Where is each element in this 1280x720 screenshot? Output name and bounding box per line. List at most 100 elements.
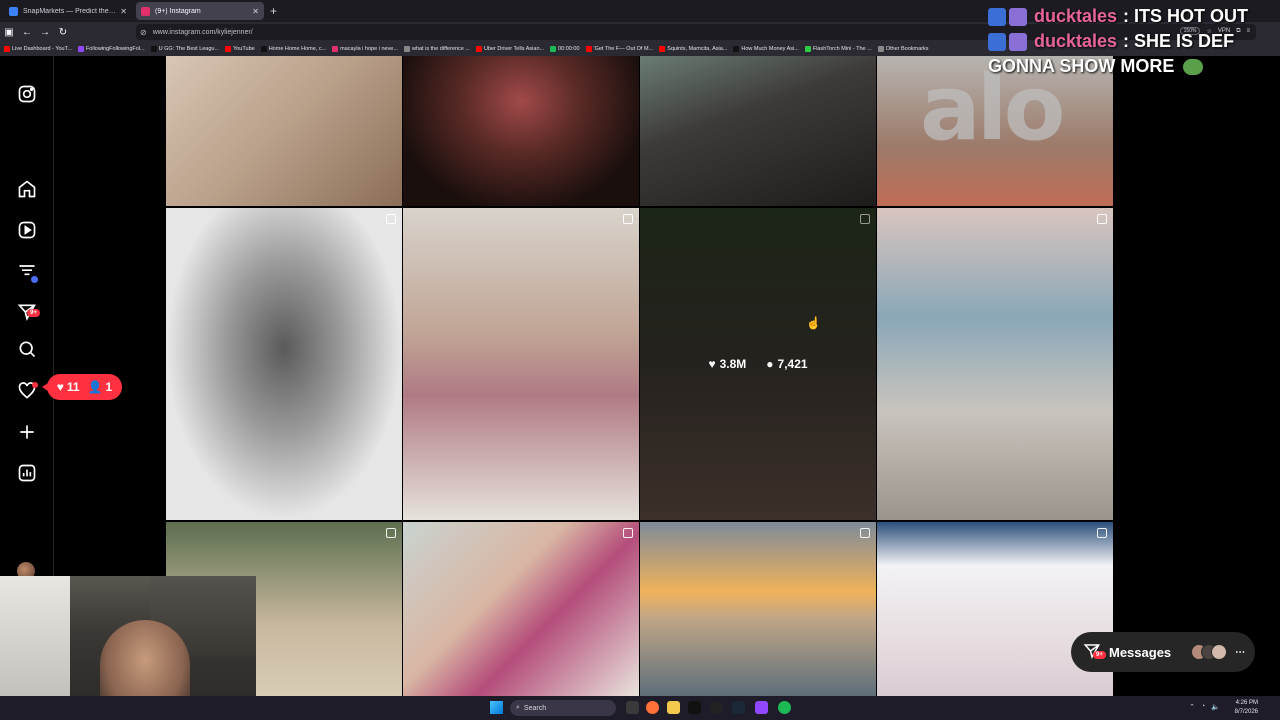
bookmark-item[interactable]: How Much Money Asi... <box>733 46 799 52</box>
windows-taskbar: ⌕ Search ⌃ ◔ 🔈 4:26 PM 8/7/2026 <box>0 696 1280 720</box>
pepe-emote-icon <box>1183 59 1204 76</box>
instagram-logo-icon[interactable] <box>15 82 39 106</box>
network-icon[interactable]: ◔ <box>1201 703 1205 711</box>
heart-icon: ♥ <box>708 357 716 371</box>
tab-instagram[interactable]: (9+) Instagram ✕ <box>136 2 264 20</box>
post-tile[interactable] <box>166 208 402 520</box>
obs-icon[interactable] <box>710 701 723 714</box>
clock-time: 4:26 PM <box>1235 700 1258 706</box>
bookmark-favicon-icon <box>77 46 84 52</box>
bookmark-item[interactable]: FlashTorch Mini - The ... <box>804 46 872 52</box>
x-app-icon[interactable] <box>688 701 701 714</box>
bookmark-label: Live Dashboard - YouT... <box>12 46 72 52</box>
bookmark-label: macayla i hope i neve... <box>340 46 398 52</box>
chat-message: ducktales : SHE IS DEF <box>988 31 1274 52</box>
spotify-icon[interactable] <box>778 701 791 714</box>
site-info-icon[interactable]: ⊘ <box>140 28 147 37</box>
bookmark-label: FlashTorch Mini - The ... <box>812 46 872 52</box>
steam-icon[interactable] <box>732 701 745 714</box>
carousel-icon <box>386 528 396 538</box>
follows-count-value: 1 <box>105 380 113 394</box>
more-icon: ⋯ <box>1235 646 1246 658</box>
comment-icon: ● <box>766 357 774 371</box>
chat-text: : ITS HOT OUT <box>1123 6 1249 26</box>
chat-text-continuation: GONNA SHOW MORE <box>988 56 1274 77</box>
post-tile[interactable] <box>877 208 1113 520</box>
post-tile[interactable] <box>877 522 1113 696</box>
bookmark-item[interactable]: 00:00:00 <box>550 46 580 52</box>
tray-overflow-icon[interactable]: ⌃ <box>1189 703 1195 711</box>
dashboard-icon[interactable] <box>15 461 39 485</box>
forward-button[interactable]: → <box>36 23 54 41</box>
new-tab-button[interactable]: + <box>270 4 277 18</box>
chat-text: : SHE IS DEF <box>1123 31 1235 51</box>
bookmark-item[interactable]: U GG: The Best Leagu... <box>150 46 220 52</box>
likes-count-value: 11 <box>66 380 80 394</box>
post-comments-value: 7,421 <box>777 357 808 371</box>
chat-username: ducktales <box>1034 31 1118 51</box>
sidebar-toggle-icon[interactable]: ▣ <box>0 23 18 41</box>
bookmark-favicon-icon <box>403 46 410 52</box>
bookmark-label: what is the difference ... <box>411 46 470 52</box>
bookmark-item[interactable]: what is the difference ... <box>403 46 470 52</box>
follows-count: 👤 1 <box>88 380 113 394</box>
close-tab-icon[interactable]: ✕ <box>252 7 259 16</box>
create-icon[interactable] <box>15 420 39 444</box>
task-view-icon[interactable] <box>626 701 639 714</box>
file-explorer-icon[interactable] <box>667 701 680 714</box>
firefox-icon[interactable] <box>646 701 659 714</box>
back-button[interactable]: ← <box>18 23 36 41</box>
bookmark-favicon-icon <box>225 46 232 52</box>
post-tile-hovered[interactable]: ♥ 3.8M ● 7,421 <box>640 208 876 520</box>
reels-icon[interactable] <box>15 218 39 242</box>
messages-badge: 9+ <box>27 309 40 317</box>
tab-snapmarkets[interactable]: SnapMarkets — Predict the Ne ✕ <box>4 2 132 20</box>
post-tile[interactable] <box>640 522 876 696</box>
search-icon: ⌕ <box>516 704 520 711</box>
tab-favicon-icon <box>9 6 18 16</box>
start-button[interactable] <box>490 701 503 714</box>
mouse-cursor-icon: ☝ <box>806 316 821 330</box>
volume-icon[interactable]: 🔈 <box>1211 703 1220 711</box>
post-tile[interactable] <box>166 56 402 206</box>
bookmark-favicon-icon <box>733 46 740 52</box>
post-tile[interactable] <box>403 56 639 206</box>
bookmark-item[interactable]: Home Home Home, c... <box>260 46 326 52</box>
bookmark-item[interactable]: Squints, Mamcita, Asia... <box>659 46 727 52</box>
taskbar-search-placeholder: Search <box>523 704 547 712</box>
feed-indicator-icon <box>31 276 38 283</box>
tab-title: SnapMarkets — Predict the Ne <box>23 7 117 15</box>
search-icon[interactable] <box>15 337 39 361</box>
bookmark-item[interactable]: 'Get The F— Out Of M... <box>585 46 654 52</box>
bookmark-label: 'Get The F— Out Of M... <box>593 46 654 52</box>
bookmark-item[interactable]: FollowingFollowingFol... <box>77 46 145 52</box>
taskbar-search[interactable]: ⌕ Search <box>510 700 616 716</box>
bookmark-item[interactable]: YouTube <box>225 46 255 52</box>
bookmark-item[interactable]: Live Dashboard - YouT... <box>4 46 72 52</box>
close-tab-icon[interactable]: ✕ <box>120 7 127 16</box>
activity-notification-pill[interactable]: ♥ 11 👤 1 <box>42 374 122 400</box>
home-icon[interactable] <box>15 177 39 201</box>
twitch-icon[interactable] <box>755 701 768 714</box>
post-tile[interactable] <box>403 208 639 520</box>
bookmark-favicon-icon <box>877 46 884 52</box>
post-tile[interactable] <box>640 56 876 206</box>
tab-favicon-icon <box>141 6 150 16</box>
bookmark-label: Uber Driver Tells Asian... <box>483 46 545 52</box>
tab-title: (9+) Instagram <box>155 7 201 15</box>
bookmark-item[interactable]: macayla i hope i neve... <box>332 46 398 52</box>
bookmark-item[interactable]: Uber Driver Tells Asian... <box>475 46 545 52</box>
carousel-icon <box>623 214 633 224</box>
bookmark-label: U GG: The Best Leagu... <box>158 46 220 52</box>
taskbar-clock[interactable]: 4:26 PM 8/7/2026 <box>1235 699 1258 717</box>
reload-button[interactable]: ↻ <box>54 23 72 41</box>
stream-chat-overlay: ducktales : ITS HOT OUT ducktales : SHE … <box>988 6 1274 77</box>
clock-date: 8/7/2026 <box>1234 709 1258 715</box>
bookmark-favicon-icon <box>804 46 811 52</box>
badge-icon <box>988 7 1006 26</box>
carousel-icon <box>386 214 396 224</box>
bookmark-item[interactable]: Other Bookmarks <box>877 46 929 52</box>
post-tile[interactable] <box>403 522 639 696</box>
bookmark-label: Other Bookmarks <box>885 46 929 52</box>
bookmark-favicon-icon <box>585 46 592 52</box>
